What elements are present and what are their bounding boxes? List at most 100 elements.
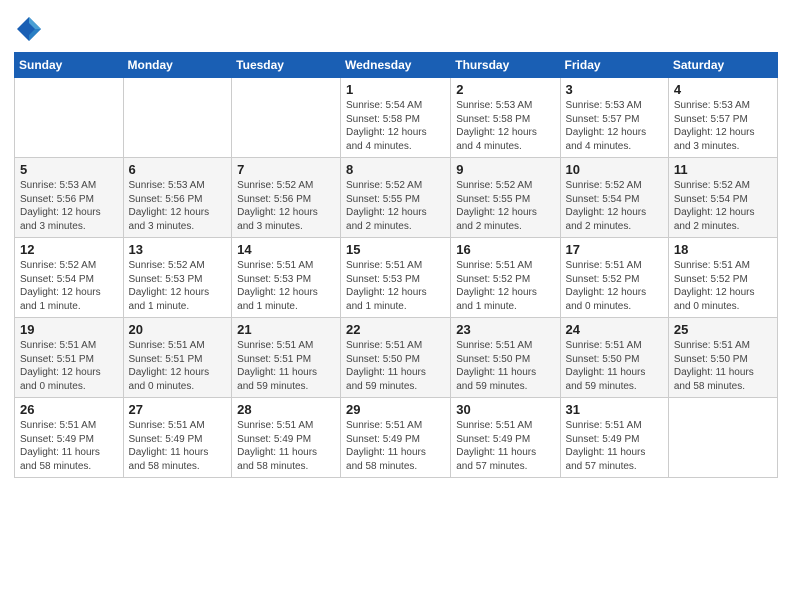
calendar-cell: 16Sunrise: 5:51 AM Sunset: 5:52 PM Dayli… bbox=[451, 238, 560, 318]
day-number: 23 bbox=[456, 322, 554, 337]
calendar-cell: 6Sunrise: 5:53 AM Sunset: 5:56 PM Daylig… bbox=[123, 158, 232, 238]
calendar-cell bbox=[668, 398, 777, 478]
calendar-cell: 9 Sunrise: 5:52 AM Sunset: 5:55 PM Daylig… bbox=[451, 158, 560, 238]
day-info: Sunrise: 5:51 AM Sunset: 5:50 PM Dayligh… bbox=[674, 339, 772, 393]
day-info: Sunrise: 5:52 AM Sunset: 5:56 PM Dayligh… bbox=[237, 179, 335, 233]
calendar-header-row: SundayMondayTuesdayWednesdayThursdayFrid… bbox=[15, 53, 778, 78]
calendar-cell: 27 Sunrise: 5:51 AM Sunset: 5:49 PM Dayli… bbox=[123, 398, 232, 478]
calendar-cell bbox=[232, 78, 341, 158]
calendar-cell: 30Sunrise: 5:51 AM Sunset: 5:49 PM Dayli… bbox=[451, 398, 560, 478]
day-number: 12 bbox=[20, 242, 118, 257]
day-info: Sunrise: 5:51 AM Sunset: 5:49 PM Dayligh… bbox=[346, 419, 445, 473]
calendar-cell bbox=[123, 78, 232, 158]
day-info: Sunrise: 5:52 AM Sunset: 5:54 PM Dayligh… bbox=[20, 259, 118, 313]
day-number: 10 bbox=[566, 162, 663, 177]
day-info: Sunrise: 5:51 AM Sunset: 5:51 PM Dayligh… bbox=[129, 339, 227, 393]
calendar-cell: 2 Sunrise: 5:53 AM Sunset: 5:58 PM Daylig… bbox=[451, 78, 560, 158]
calendar-week-2: 5 Sunrise: 5:53 AM Sunset: 5:56 PM Daylig… bbox=[15, 158, 778, 238]
calendar-header-wednesday: Wednesday bbox=[341, 53, 451, 78]
day-info: Sunrise: 5:53 AM Sunset: 5:56 PM Dayligh… bbox=[129, 179, 227, 233]
day-number: 8 bbox=[346, 162, 445, 177]
day-number: 18 bbox=[674, 242, 772, 257]
day-number: 22 bbox=[346, 322, 445, 337]
day-number: 9 bbox=[456, 162, 554, 177]
day-number: 16 bbox=[456, 242, 554, 257]
day-number: 24 bbox=[566, 322, 663, 337]
day-info: Sunrise: 5:52 AM Sunset: 5:54 PM Dayligh… bbox=[566, 179, 663, 233]
calendar-week-5: 26Sunrise: 5:51 AM Sunset: 5:49 PM Dayli… bbox=[15, 398, 778, 478]
day-number: 5 bbox=[20, 162, 118, 177]
calendar-cell: 1 Sunrise: 5:54 AM Sunset: 5:58 PM Daylig… bbox=[341, 78, 451, 158]
day-info: Sunrise: 5:51 AM Sunset: 5:51 PM Dayligh… bbox=[20, 339, 118, 393]
day-number: 2 bbox=[456, 82, 554, 97]
calendar-header-saturday: Saturday bbox=[668, 53, 777, 78]
day-number: 27 bbox=[129, 402, 227, 417]
logo bbox=[14, 14, 48, 44]
day-info: Sunrise: 5:51 AM Sunset: 5:51 PM Dayligh… bbox=[237, 339, 335, 393]
day-number: 17 bbox=[566, 242, 663, 257]
day-info: Sunrise: 5:51 AM Sunset: 5:49 PM Dayligh… bbox=[129, 419, 227, 473]
calendar-cell: 10 Sunrise: 5:52 AM Sunset: 5:54 PM Dayli… bbox=[560, 158, 668, 238]
calendar-cell: 31 Sunrise: 5:51 AM Sunset: 5:49 PM Dayli… bbox=[560, 398, 668, 478]
day-info: Sunrise: 5:51 AM Sunset: 5:53 PM Dayligh… bbox=[237, 259, 335, 313]
day-number: 29 bbox=[346, 402, 445, 417]
calendar-header-sunday: Sunday bbox=[15, 53, 124, 78]
day-number: 20 bbox=[129, 322, 227, 337]
calendar-cell: 3 Sunrise: 5:53 AM Sunset: 5:57 PM Daylig… bbox=[560, 78, 668, 158]
day-info: Sunrise: 5:51 AM Sunset: 5:49 PM Dayligh… bbox=[566, 419, 663, 473]
day-number: 15 bbox=[346, 242, 445, 257]
day-info: Sunrise: 5:53 AM Sunset: 5:56 PM Dayligh… bbox=[20, 179, 118, 233]
calendar-cell: 26Sunrise: 5:51 AM Sunset: 5:49 PM Dayli… bbox=[15, 398, 124, 478]
day-number: 4 bbox=[674, 82, 772, 97]
calendar-cell: 17Sunrise: 5:51 AM Sunset: 5:52 PM Dayli… bbox=[560, 238, 668, 318]
calendar-cell: 19Sunrise: 5:51 AM Sunset: 5:51 PM Dayli… bbox=[15, 318, 124, 398]
calendar-cell: 24 Sunrise: 5:51 AM Sunset: 5:50 PM Dayli… bbox=[560, 318, 668, 398]
calendar-week-3: 12 Sunrise: 5:52 AM Sunset: 5:54 PM Dayli… bbox=[15, 238, 778, 318]
calendar-cell: 11Sunrise: 5:52 AM Sunset: 5:54 PM Dayli… bbox=[668, 158, 777, 238]
day-info: Sunrise: 5:52 AM Sunset: 5:55 PM Dayligh… bbox=[346, 179, 445, 233]
calendar-cell: 25Sunrise: 5:51 AM Sunset: 5:50 PM Dayli… bbox=[668, 318, 777, 398]
calendar-cell: 23Sunrise: 5:51 AM Sunset: 5:50 PM Dayli… bbox=[451, 318, 560, 398]
day-info: Sunrise: 5:51 AM Sunset: 5:50 PM Dayligh… bbox=[566, 339, 663, 393]
day-info: Sunrise: 5:51 AM Sunset: 5:52 PM Dayligh… bbox=[674, 259, 772, 313]
calendar-cell: 22 Sunrise: 5:51 AM Sunset: 5:50 PM Dayli… bbox=[341, 318, 451, 398]
day-info: Sunrise: 5:52 AM Sunset: 5:53 PM Dayligh… bbox=[129, 259, 227, 313]
calendar-cell: 12 Sunrise: 5:52 AM Sunset: 5:54 PM Dayli… bbox=[15, 238, 124, 318]
calendar-cell bbox=[15, 78, 124, 158]
day-info: Sunrise: 5:54 AM Sunset: 5:58 PM Dayligh… bbox=[346, 99, 445, 153]
calendar-cell: 20 Sunrise: 5:51 AM Sunset: 5:51 PM Dayli… bbox=[123, 318, 232, 398]
calendar-cell: 18 Sunrise: 5:51 AM Sunset: 5:52 PM Dayli… bbox=[668, 238, 777, 318]
day-number: 7 bbox=[237, 162, 335, 177]
calendar-cell: 15 Sunrise: 5:51 AM Sunset: 5:53 PM Dayli… bbox=[341, 238, 451, 318]
calendar-cell: 28 Sunrise: 5:51 AM Sunset: 5:49 PM Dayli… bbox=[232, 398, 341, 478]
day-number: 13 bbox=[129, 242, 227, 257]
calendar-cell: 7 Sunrise: 5:52 AM Sunset: 5:56 PM Daylig… bbox=[232, 158, 341, 238]
calendar-cell: 4 Sunrise: 5:53 AM Sunset: 5:57 PM Daylig… bbox=[668, 78, 777, 158]
calendar-header-monday: Monday bbox=[123, 53, 232, 78]
day-info: Sunrise: 5:53 AM Sunset: 5:57 PM Dayligh… bbox=[566, 99, 663, 153]
calendar-header-friday: Friday bbox=[560, 53, 668, 78]
day-number: 30 bbox=[456, 402, 554, 417]
day-number: 28 bbox=[237, 402, 335, 417]
day-info: Sunrise: 5:51 AM Sunset: 5:49 PM Dayligh… bbox=[20, 419, 118, 473]
day-info: Sunrise: 5:51 AM Sunset: 5:49 PM Dayligh… bbox=[237, 419, 335, 473]
calendar-header-tuesday: Tuesday bbox=[232, 53, 341, 78]
logo-icon bbox=[14, 14, 44, 44]
calendar-week-4: 19Sunrise: 5:51 AM Sunset: 5:51 PM Dayli… bbox=[15, 318, 778, 398]
calendar-cell: 13 Sunrise: 5:52 AM Sunset: 5:53 PM Dayli… bbox=[123, 238, 232, 318]
calendar-cell: 5 Sunrise: 5:53 AM Sunset: 5:56 PM Daylig… bbox=[15, 158, 124, 238]
day-info: Sunrise: 5:53 AM Sunset: 5:58 PM Dayligh… bbox=[456, 99, 554, 153]
day-number: 3 bbox=[566, 82, 663, 97]
day-info: Sunrise: 5:53 AM Sunset: 5:57 PM Dayligh… bbox=[674, 99, 772, 153]
day-number: 1 bbox=[346, 82, 445, 97]
day-number: 31 bbox=[566, 402, 663, 417]
header bbox=[14, 10, 778, 44]
day-number: 11 bbox=[674, 162, 772, 177]
calendar-header-thursday: Thursday bbox=[451, 53, 560, 78]
calendar: SundayMondayTuesdayWednesdayThursdayFrid… bbox=[14, 52, 778, 478]
calendar-week-1: 1 Sunrise: 5:54 AM Sunset: 5:58 PM Daylig… bbox=[15, 78, 778, 158]
day-info: Sunrise: 5:51 AM Sunset: 5:50 PM Dayligh… bbox=[346, 339, 445, 393]
day-info: Sunrise: 5:52 AM Sunset: 5:55 PM Dayligh… bbox=[456, 179, 554, 233]
day-info: Sunrise: 5:51 AM Sunset: 5:53 PM Dayligh… bbox=[346, 259, 445, 313]
calendar-cell: 14Sunrise: 5:51 AM Sunset: 5:53 PM Dayli… bbox=[232, 238, 341, 318]
